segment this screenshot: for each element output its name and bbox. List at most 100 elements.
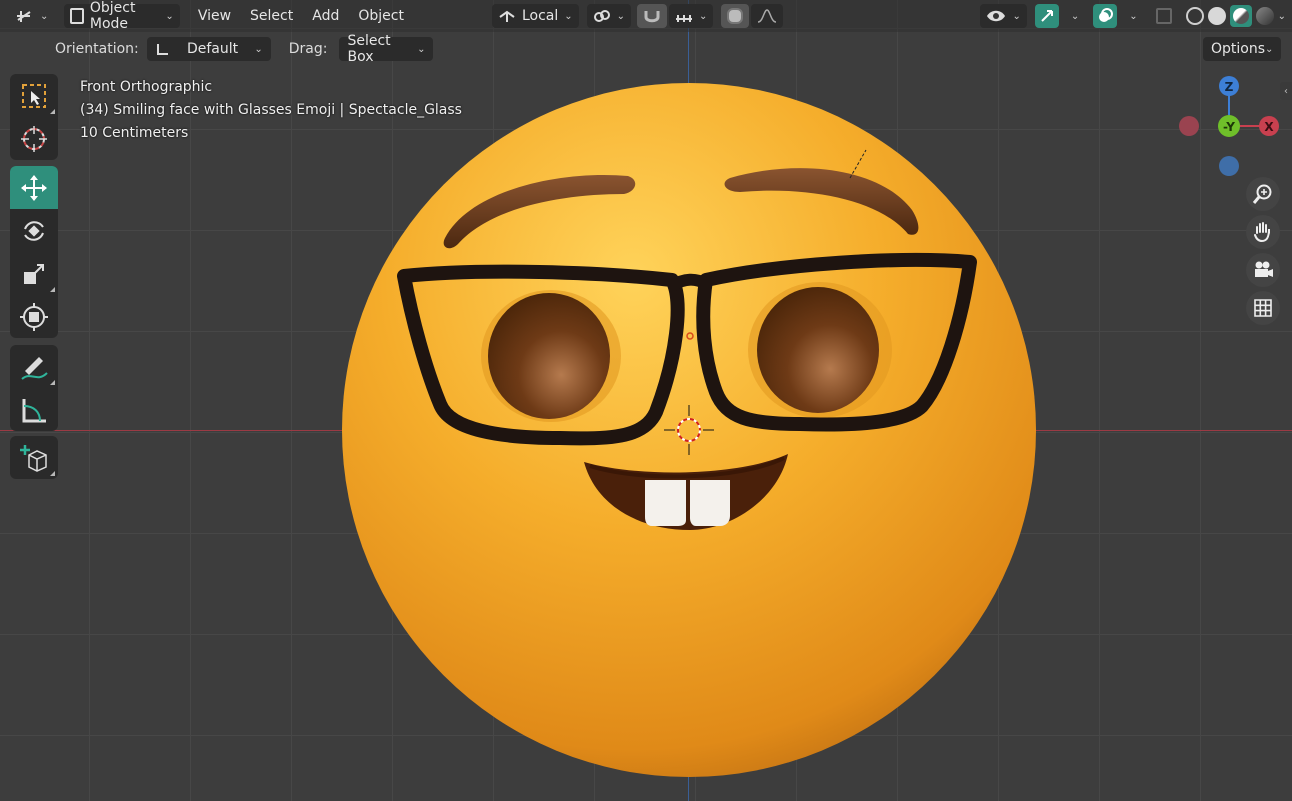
grid-scale: 10 Centimeters xyxy=(80,125,189,141)
snap-toggle[interactable] xyxy=(637,4,668,28)
link-icon xyxy=(593,10,610,22)
chevron-down-icon: ⌄ xyxy=(417,43,426,55)
menu-object[interactable]: Object xyxy=(350,8,412,24)
gizmo-x-label: X xyxy=(1264,120,1274,134)
chevron-down-icon: ⌄ xyxy=(1012,10,1021,22)
add-cube-icon xyxy=(20,444,47,472)
mode-dropdown[interactable]: Object Mode ⌄ xyxy=(64,0,180,32)
chevron-down-icon: ⌄ xyxy=(254,43,263,55)
shading-mode-group[interactable]: ⌄ xyxy=(1180,4,1292,28)
chevron-down-icon: ⌄ xyxy=(1129,10,1138,22)
toolbar-select-group xyxy=(10,74,58,160)
3d-cursor-icon[interactable] xyxy=(659,400,719,460)
tool-cursor[interactable] xyxy=(10,117,58,160)
tool-settings-bar: Orientation: Default ⌄ Drag: Select Box … xyxy=(0,33,1292,65)
orientation-label: Orientation: xyxy=(55,41,139,57)
drag-dropdown[interactable]: Select Box ⌄ xyxy=(339,33,434,65)
snap-target-dropdown[interactable]: ⌄ xyxy=(669,4,714,28)
editor-type-button[interactable]: ⌄ xyxy=(10,4,54,28)
tool-add-cube[interactable] xyxy=(10,436,58,479)
gizmo-neg-x[interactable] xyxy=(1179,116,1199,136)
tool-rotate[interactable] xyxy=(10,209,58,252)
gizmo-z-label: Z xyxy=(1225,80,1234,94)
chevron-down-icon: ⌄ xyxy=(1277,10,1286,22)
camera-view-button[interactable] xyxy=(1246,253,1280,287)
gizmo-neg-y-label: -Y xyxy=(1223,120,1235,134)
transform-orientation-dropdown[interactable]: Local ⌄ xyxy=(491,4,579,28)
viewport-info: Front Orthographic (34) Smiling face wit… xyxy=(80,76,462,145)
chevron-down-icon: ⌄ xyxy=(165,10,174,22)
left-eye xyxy=(488,293,610,419)
gizmo-toggle[interactable]: ⌄ xyxy=(1034,4,1080,28)
tool-transform[interactable] xyxy=(10,295,58,338)
drag-label: Drag: xyxy=(288,41,328,57)
tool-select-box[interactable] xyxy=(10,74,58,117)
cursor-icon xyxy=(21,125,47,152)
tool-move[interactable] xyxy=(10,166,58,209)
grid-icon xyxy=(1254,299,1272,317)
tool-scale[interactable] xyxy=(10,252,58,295)
menu-select[interactable]: Select xyxy=(242,8,301,24)
measure-icon xyxy=(22,398,46,422)
select-box-icon xyxy=(22,83,46,108)
orientation-icon xyxy=(499,10,515,22)
falloff-curve-icon xyxy=(758,9,777,23)
viewport-header: ⌄ Object Mode ⌄ View Select Add Object L… xyxy=(0,0,1292,32)
xray-icon xyxy=(1155,8,1172,24)
transform-icon xyxy=(20,302,48,331)
snap-increment-icon xyxy=(676,15,693,22)
chevron-down-icon: ⌄ xyxy=(616,10,626,22)
toolbar-annotate-group xyxy=(10,345,58,431)
pan-button[interactable] xyxy=(1246,215,1280,249)
orientation-axis-icon xyxy=(156,44,168,55)
chevron-down-icon: ⌄ xyxy=(564,10,573,22)
rotate-icon xyxy=(24,220,44,241)
orientation-dropdown-value: Default xyxy=(186,41,239,57)
tool-annotate[interactable] xyxy=(10,345,58,388)
gizmo-icon xyxy=(1034,4,1059,28)
chevron-down-icon: ⌄ xyxy=(1070,10,1080,22)
toolbar-add-group xyxy=(10,436,58,479)
chevron-down-icon: ⌄ xyxy=(1265,43,1274,55)
view-name: Front Orthographic xyxy=(80,79,213,95)
toggle-perspective-button[interactable] xyxy=(1246,291,1280,325)
wireframe-shading-icon[interactable] xyxy=(1185,7,1204,25)
menu-add[interactable]: Add xyxy=(304,8,347,24)
gizmo-neg-z[interactable] xyxy=(1219,156,1239,176)
right-eye xyxy=(757,287,879,413)
overlays-icon xyxy=(1093,4,1118,28)
scale-icon xyxy=(24,263,44,284)
xray-toggle[interactable] xyxy=(1150,4,1178,28)
editor-type-icon xyxy=(17,11,31,22)
tooth-left xyxy=(645,480,686,526)
rendered-shading-icon[interactable] xyxy=(1255,7,1274,25)
eye-icon xyxy=(987,10,1006,22)
tool-measure[interactable] xyxy=(10,388,58,431)
solid-shading-icon[interactable] xyxy=(1207,7,1226,25)
selectability-visibility-dropdown[interactable]: ⌄ xyxy=(980,4,1027,28)
magnet-icon xyxy=(644,11,660,23)
toolbar-transform-group xyxy=(10,166,58,338)
chevron-down-icon: ⌄ xyxy=(40,10,49,22)
move-icon xyxy=(21,174,47,201)
zoom-icon xyxy=(1252,184,1272,204)
hand-icon xyxy=(1254,222,1270,243)
material-preview-icon[interactable] xyxy=(1229,5,1252,27)
zoom-button[interactable] xyxy=(1246,177,1280,211)
drag-dropdown-value: Select Box xyxy=(347,33,391,65)
falloff-dropdown[interactable] xyxy=(751,4,784,28)
pivot-point-button[interactable]: ⌄ xyxy=(586,4,632,28)
orientation-dropdown[interactable]: Default ⌄ xyxy=(146,37,271,61)
active-object-info: (34) Smiling face with Glasses Emoji | S… xyxy=(80,102,462,118)
menu-view[interactable]: View xyxy=(190,8,239,24)
tooth-right xyxy=(690,480,730,526)
orientation-value: Local xyxy=(521,8,559,24)
proportional-edit-icon xyxy=(727,8,744,24)
options-label: Options xyxy=(1211,41,1266,57)
annotate-icon xyxy=(21,356,48,380)
overlays-toggle[interactable]: ⌄ xyxy=(1093,4,1138,28)
proportional-editing-toggle[interactable] xyxy=(721,4,750,28)
navigation-gizmo[interactable]: Z X -Y xyxy=(1170,70,1290,180)
mode-label: Object Mode xyxy=(89,0,136,32)
options-dropdown[interactable]: Options ⌄ xyxy=(1203,37,1281,61)
